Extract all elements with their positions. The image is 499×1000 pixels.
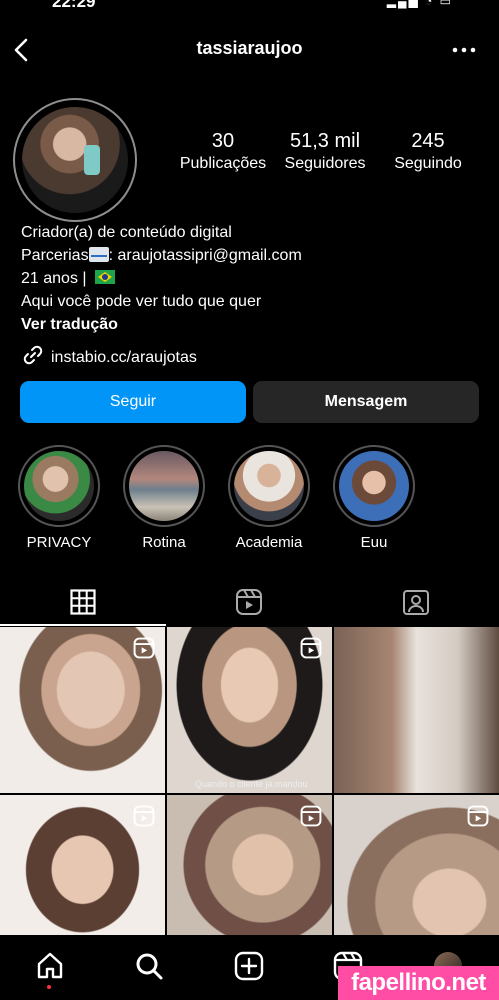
grid-icon (70, 589, 96, 615)
active-tab-indicator (0, 624, 166, 626)
brazil-flag-icon (94, 270, 115, 284)
bio-age-text: 21 anos | (21, 270, 91, 287)
notification-dot (47, 985, 51, 989)
reel-badge-icon (133, 637, 155, 659)
stat-following-label: Seguindo (394, 155, 462, 172)
message-button[interactable]: Mensagem (253, 381, 479, 423)
highlight-cover (24, 451, 94, 521)
highlight-ring (18, 445, 100, 527)
stat-followers-value: 51,3 mil (289, 130, 361, 152)
bio-link[interactable]: instabio.cc/araujotas (21, 343, 197, 367)
highlight-label: PRIVACY (26, 534, 92, 551)
post-thumbnail[interactable]: Quando o cliente já mandou (167, 627, 332, 793)
highlight-ring (123, 445, 205, 527)
bio-partnerships-prefix: Parcerias (21, 247, 89, 264)
bio-category: Criador(a) de conteúdo digital (21, 224, 232, 241)
profile-tabs (0, 578, 499, 626)
highlight-euu[interactable]: Euu (333, 445, 415, 551)
stat-following-value: 245 (411, 130, 445, 152)
highlight-label: Rotina (142, 534, 186, 551)
nav-search[interactable] (132, 949, 166, 983)
status-bar: 22:29 ▂▄▆ ◔ ▭ (0, 0, 499, 14)
highlight-rotina[interactable]: Rotina (123, 445, 205, 551)
more-icon (452, 47, 476, 53)
reel-badge-icon (300, 805, 322, 827)
bio-age: 21 anos | (21, 267, 302, 290)
stat-followers[interactable]: 51,3 mil Seguidores (278, 130, 372, 173)
profile-avatar[interactable] (22, 107, 128, 213)
follow-button[interactable]: Seguir (20, 381, 246, 423)
profile-bio: Criador(a) de conteúdo digital Parcerias… (21, 221, 302, 336)
highlight-cover (339, 451, 409, 521)
stat-posts-value: 30 (211, 130, 235, 152)
bio-partnerships: Parcerias : araujotassipri@gmail.com (21, 244, 302, 267)
link-icon (23, 345, 43, 365)
bio-email: : araujotassipri@gmail.com (108, 247, 302, 264)
tab-reels[interactable] (166, 578, 332, 626)
home-icon (37, 952, 63, 979)
highlight-label: Euu (360, 534, 388, 551)
bio-link-text: instabio.cc/araujotas (51, 349, 197, 366)
stat-posts[interactable]: 30 Publicações (176, 130, 270, 173)
stat-posts-label: Publicações (179, 155, 267, 172)
stat-following[interactable]: 245 Seguindo (386, 130, 470, 173)
post-caption: Quando o cliente já mandou (195, 779, 308, 789)
more-options-button[interactable] (449, 38, 479, 62)
profile-username: tassiaraujoo (196, 38, 303, 58)
nav-create[interactable] (232, 949, 266, 983)
highlight-cover (234, 451, 304, 521)
reel-badge-icon (300, 637, 322, 659)
highlight-academia[interactable]: Academia (228, 445, 310, 551)
tab-posts-grid[interactable] (0, 578, 166, 626)
highlight-label: Academia (235, 534, 303, 551)
reel-badge-icon (133, 805, 155, 827)
post-thumbnail[interactable] (334, 627, 499, 793)
highlight-privacy[interactable]: PRIVACY (18, 445, 100, 551)
posts-grid: Quando o cliente já mandou (0, 627, 499, 961)
tagged-icon (403, 590, 429, 615)
watermark: fapellino.net (338, 966, 499, 1000)
tab-tagged[interactable] (333, 578, 499, 626)
highlight-cover (129, 451, 199, 521)
highlight-ring (333, 445, 415, 527)
status-icons: ▂▄▆ ◔ ▭ (386, 0, 453, 8)
translate-link[interactable]: Ver tradução (21, 313, 302, 336)
status-time: 22:29 (52, 0, 96, 11)
nav-home[interactable] (33, 949, 67, 983)
create-icon (234, 951, 264, 981)
stat-followers-label: Seguidores (284, 155, 366, 172)
post-thumbnail[interactable] (0, 627, 165, 793)
highlight-ring (228, 445, 310, 527)
reel-badge-icon (467, 805, 489, 827)
reels-icon (236, 589, 262, 615)
bio-description: Aqui você pode ver tudo que quer (21, 293, 262, 310)
top-bar: tassiaraujoo (0, 30, 499, 70)
search-icon (136, 953, 163, 980)
envelope-icon (88, 247, 109, 262)
